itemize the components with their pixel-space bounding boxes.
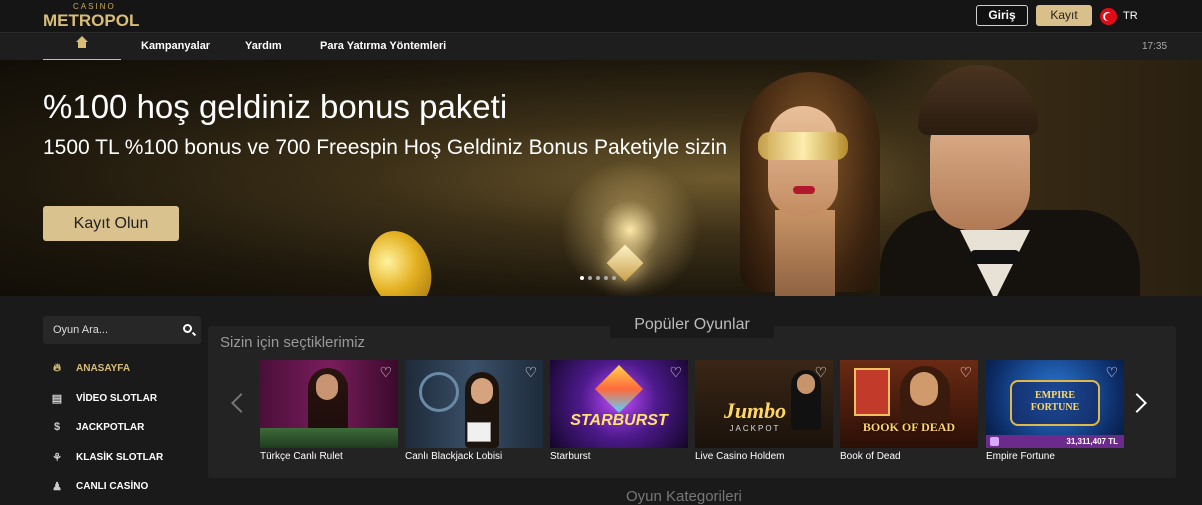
- game-card[interactable]: EMPIRE FORTUNE ♡ 31,311,407 TL Empire Fo…: [986, 360, 1124, 462]
- flame-icon: 🔥︎: [52, 361, 62, 374]
- game-thumbnail[interactable]: Jumbo JACKPOT ♡: [695, 360, 833, 448]
- sidebar-item-label: KLASİK SLOTLAR: [76, 451, 164, 463]
- game-search: [43, 316, 201, 344]
- carousel-next-button[interactable]: [1127, 392, 1147, 416]
- sidebar-item-label: ANASAYFA: [76, 362, 131, 374]
- language-code: TR: [1123, 10, 1138, 22]
- game-card[interactable]: ♡ Türkçe Canlı Rulet: [260, 360, 398, 462]
- our-picks-subtitle: Sizin için seçtiklerimiz: [220, 334, 366, 351]
- game-title: Book of Dead: [840, 451, 901, 462]
- game-thumbnail[interactable]: STARBURST ♡: [550, 360, 688, 448]
- register-button[interactable]: Kayıt: [1036, 5, 1092, 26]
- money-bag-icon: $: [53, 421, 61, 433]
- favorite-heart-icon[interactable]: ♡: [814, 364, 827, 381]
- favorite-heart-icon[interactable]: ♡: [524, 364, 537, 381]
- home-icon: [76, 36, 88, 51]
- carousel-dot[interactable]: [588, 276, 592, 280]
- login-button[interactable]: Giriş: [976, 5, 1028, 26]
- language-selector[interactable]: TR: [1100, 7, 1138, 25]
- carousel-prev-button[interactable]: [231, 392, 251, 416]
- game-card[interactable]: ♡ Canlı Blackjack Lobisi: [405, 360, 543, 462]
- sidebar-item-jackpots[interactable]: $ JACKPOTLAR: [50, 417, 144, 437]
- casino-logo[interactable]: CASINO METROPOL: [43, 2, 139, 30]
- starburst-logo-text: STARBURST: [570, 412, 668, 429]
- game-card[interactable]: BOOK OF DEAD ♡ Book of Dead: [840, 360, 978, 462]
- carousel-dot[interactable]: [596, 276, 600, 280]
- hero-register-button[interactable]: Kayıt Olun: [43, 206, 179, 241]
- popular-games-title: Popüler Oyunlar: [634, 316, 750, 333]
- sidebar-item-home[interactable]: 🔥︎ ANASAYFA: [50, 358, 130, 378]
- favorite-heart-icon[interactable]: ♡: [669, 364, 682, 381]
- sidebar-item-live-casino[interactable]: ♟ CANLI CASİNO: [50, 476, 148, 496]
- empire-fortune-logo-text: EMPIRE FORTUNE: [1030, 390, 1080, 413]
- jackpot-icon: [990, 437, 999, 446]
- game-title: Empire Fortune: [986, 451, 1055, 462]
- jackpot-logo-text: JACKPOT: [729, 424, 781, 433]
- carousel-dot[interactable]: [612, 276, 616, 280]
- sidebar-item-label: VİDEO SLOTLAR: [76, 392, 158, 404]
- turkey-flag-icon: [1100, 7, 1117, 25]
- logo-casino-text: CASINO: [73, 2, 116, 11]
- sidebar-item-classic-slots[interactable]: ⚘ KLASİK SLOTLAR: [50, 447, 163, 467]
- favorite-heart-icon[interactable]: ♡: [1105, 364, 1118, 381]
- logo-metropol-text: METROPOL: [43, 11, 140, 30]
- game-thumbnail[interactable]: EMPIRE FORTUNE ♡ 31,311,407 TL: [986, 360, 1124, 448]
- nav-home[interactable]: [43, 33, 121, 61]
- sidebar-item-label: JACKPOTLAR: [76, 421, 145, 433]
- carousel-dots: [580, 276, 616, 280]
- jackpot-amount: 31,311,407 TL: [1066, 437, 1118, 446]
- game-categories-title: Oyun Kategorileri: [626, 488, 742, 505]
- game-thumbnail[interactable]: BOOK OF DEAD ♡: [840, 360, 978, 448]
- game-thumbnail[interactable]: ♡: [405, 360, 543, 448]
- game-title: Canlı Blackjack Lobisi: [405, 451, 503, 462]
- game-title: Türkçe Canlı Rulet: [260, 451, 343, 462]
- hero-title: %100 hoş geldiniz bonus paketi: [43, 88, 508, 125]
- sidebar-item-label: CANLI CASİNO: [76, 480, 149, 492]
- slot-machine-icon: ▤: [51, 392, 63, 405]
- jumbo-logo-text: Jumbo: [723, 398, 787, 423]
- game-card[interactable]: STARBURST ♡ Starburst: [550, 360, 688, 462]
- carousel-dot[interactable]: [604, 276, 608, 280]
- search-input[interactable]: [43, 316, 173, 344]
- search-icon[interactable]: [183, 324, 192, 333]
- game-thumbnail[interactable]: ♡: [260, 360, 398, 448]
- game-card[interactable]: Jumbo JACKPOT ♡ Live Casino Holdem: [695, 360, 833, 462]
- nav-item-campaigns[interactable]: Kampanyalar: [141, 40, 210, 52]
- favorite-heart-icon[interactable]: ♡: [959, 364, 972, 381]
- game-title: Live Casino Holdem: [695, 451, 785, 462]
- book-of-dead-logo-text: BOOK OF DEAD: [862, 420, 956, 434]
- man-in-tuxedo-image: [860, 60, 1202, 296]
- gold-coin-icon: [358, 222, 442, 296]
- nav-item-help[interactable]: Yardım: [245, 40, 282, 52]
- nav-item-deposit-methods[interactable]: Para Yatırma Yöntemleri: [320, 40, 446, 52]
- top-bar: CASINO METROPOL Giriş Kayıt TR: [0, 0, 1202, 32]
- main-nav: Kampanyalar Yardım Para Yatırma Yöntemle…: [0, 32, 1202, 61]
- clock: 17:35: [1142, 41, 1168, 52]
- sidebar-item-video-slots[interactable]: ▤ VİDEO SLOTLAR: [50, 388, 157, 408]
- game-title: Starburst: [550, 451, 591, 462]
- carousel-dot[interactable]: [580, 276, 584, 280]
- jackpot-bar: 31,311,407 TL: [986, 435, 1124, 448]
- hero-subtitle: 1500 TL %100 bonus ve 700 Freespin Hoş G…: [43, 136, 728, 159]
- favorite-heart-icon[interactable]: ♡: [379, 364, 392, 381]
- cherries-icon: ⚘: [52, 451, 62, 464]
- dealer-icon: ♟: [52, 480, 62, 493]
